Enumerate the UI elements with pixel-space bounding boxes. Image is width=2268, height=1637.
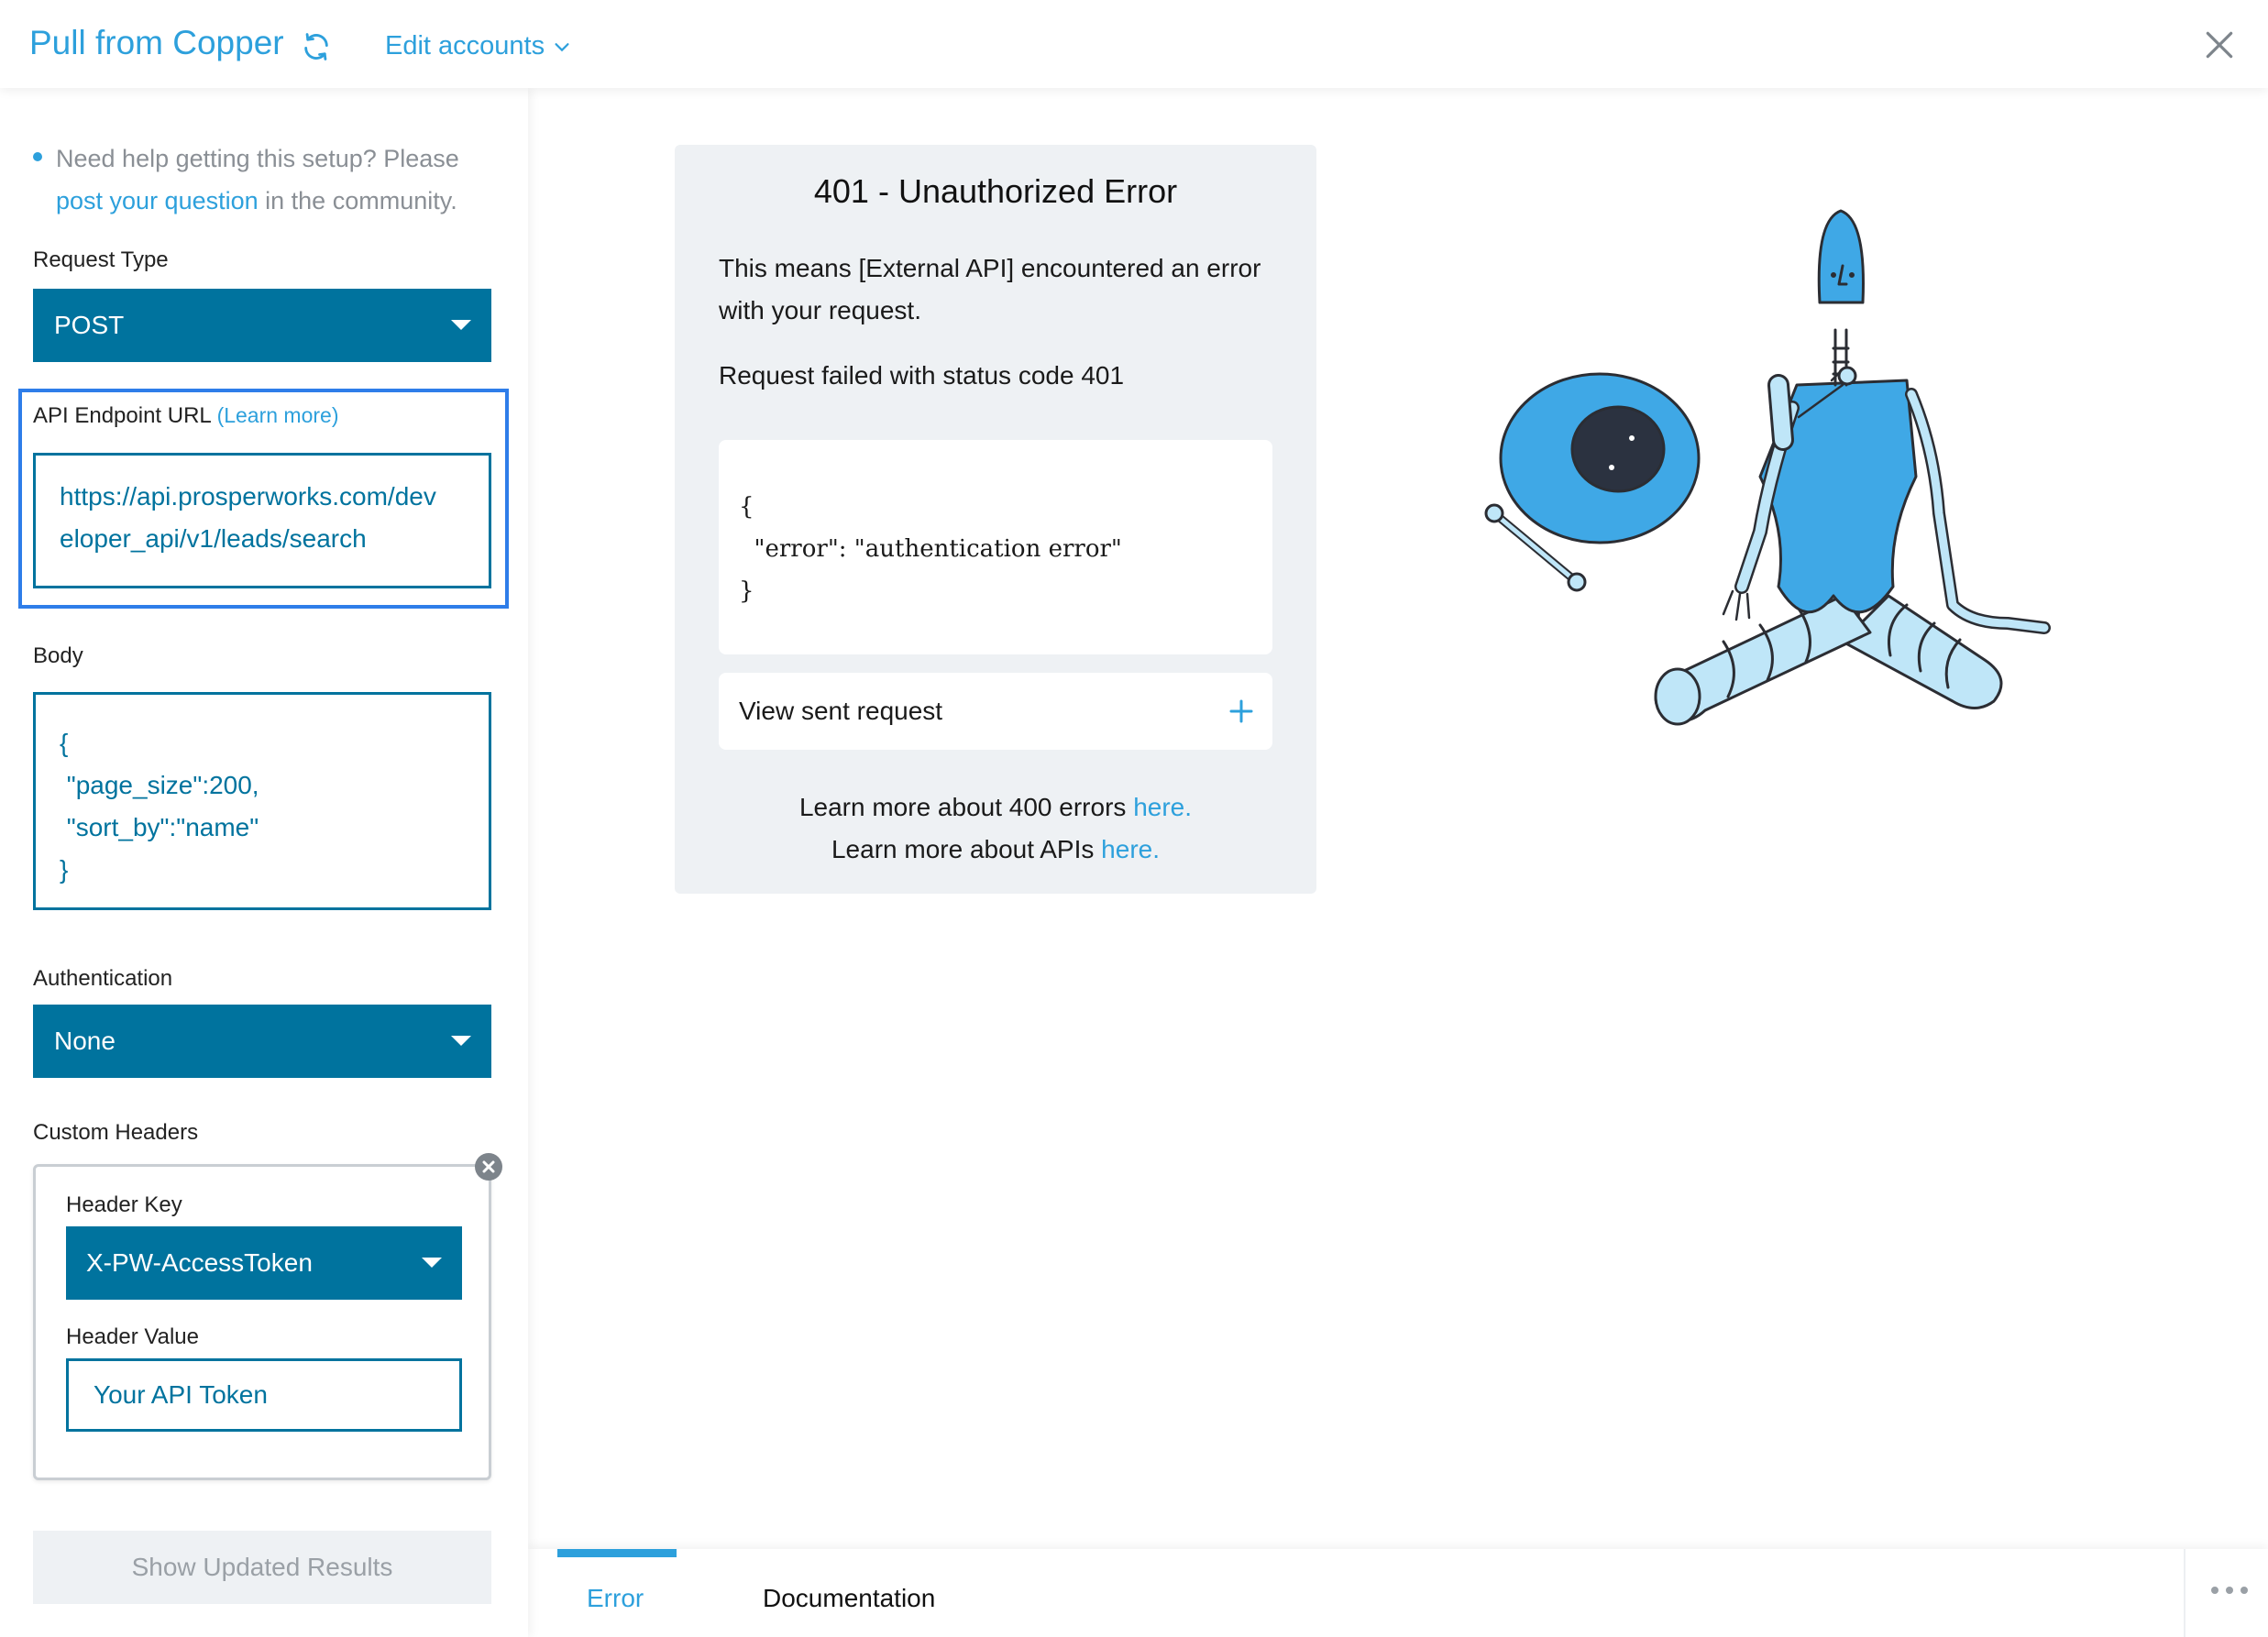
learn-more-link[interactable]: (Learn more) bbox=[217, 403, 339, 427]
learn-400-text: Learn more about 400 errors bbox=[798, 793, 1134, 821]
chevron-down-icon bbox=[555, 42, 569, 51]
header-key-select[interactable]: X-PW-AccessToken bbox=[66, 1226, 462, 1300]
body-line: "page_size":200, bbox=[60, 771, 259, 799]
view-sent-request-toggle[interactable]: View sent request bbox=[719, 673, 1272, 750]
request-type-select[interactable]: POST bbox=[33, 289, 491, 362]
endpoint-url-line1: https://api.prosperworks.com/dev bbox=[60, 482, 436, 511]
refresh-icon[interactable] bbox=[301, 31, 332, 62]
help-suffix: in the community. bbox=[258, 187, 457, 214]
more-options-icon[interactable] bbox=[2209, 1584, 2250, 1597]
caret-down-icon bbox=[422, 1258, 442, 1268]
code-line: } bbox=[739, 577, 754, 605]
body-line: { bbox=[60, 729, 69, 757]
header-key-label: Header Key bbox=[66, 1192, 182, 1217]
authentication-label: Authentication bbox=[33, 966, 173, 991]
edit-accounts-dropdown[interactable]: Edit accounts bbox=[385, 31, 572, 61]
help-prefix: Need help getting this setup? Please bbox=[56, 145, 459, 172]
learn-api-text: Learn more about APIs bbox=[831, 835, 1102, 863]
edit-accounts-label: Edit accounts bbox=[385, 31, 545, 60]
custom-header-card: Header Key X-PW-AccessToken Header Value… bbox=[33, 1164, 491, 1480]
help-note: Need help getting this setup? Please pos… bbox=[33, 137, 510, 222]
request-type-value: POST bbox=[54, 311, 125, 339]
custom-headers-label: Custom Headers bbox=[33, 1120, 199, 1145]
authentication-select[interactable]: None bbox=[33, 1005, 491, 1078]
error-status: Request failed with status code 401 bbox=[719, 361, 1125, 390]
show-updated-results-button[interactable]: Show Updated Results bbox=[33, 1531, 491, 1604]
tab-error[interactable]: Error bbox=[587, 1584, 644, 1613]
endpoint-label: API Endpoint URL bbox=[33, 403, 211, 428]
header-value-input[interactable]: Your API Token bbox=[66, 1358, 462, 1432]
authentication-value: None bbox=[54, 1027, 116, 1055]
code-line: "error": "authentication error" bbox=[739, 535, 1122, 563]
remove-header-icon[interactable] bbox=[475, 1153, 502, 1181]
learn-400-link[interactable]: here. bbox=[1133, 793, 1192, 821]
active-tab-indicator bbox=[557, 1549, 677, 1557]
caret-down-icon bbox=[451, 1036, 471, 1046]
plus-icon bbox=[1229, 699, 1253, 723]
error-card: 401 - Unauthorized Error This means [Ext… bbox=[675, 145, 1316, 894]
learn-api-link[interactable]: here. bbox=[1101, 835, 1160, 863]
code-line: { bbox=[739, 493, 754, 521]
endpoint-url-line2: eloper_api/v1/leads/search bbox=[60, 524, 367, 553]
error-description: This means [External API] encountered an… bbox=[719, 254, 1261, 324]
tab-divider bbox=[2184, 1549, 2185, 1637]
caret-down-icon bbox=[451, 320, 471, 330]
bullet-dot bbox=[33, 152, 42, 161]
bottom-tab-bar: Error Documentation bbox=[528, 1549, 2268, 1637]
body-line: } bbox=[60, 855, 69, 884]
page-title: Pull from Copper bbox=[29, 24, 284, 61]
robot-illustration bbox=[1484, 209, 2051, 726]
learn-more-lines: Learn more about 400 errors here. Learn … bbox=[675, 786, 1316, 871]
body-label: Body bbox=[33, 643, 83, 668]
endpoint-label-row: API Endpoint URL (Learn more) bbox=[33, 403, 339, 429]
tab-documentation[interactable]: Documentation bbox=[763, 1584, 935, 1613]
request-type-label: Request Type bbox=[33, 247, 169, 272]
endpoint-url-input[interactable]: https://api.prosperworks.com/dev eloper_… bbox=[33, 453, 491, 588]
community-link[interactable]: post your question bbox=[56, 187, 259, 214]
header-value-label: Header Value bbox=[66, 1324, 199, 1349]
body-textarea[interactable]: { "page_size":200, "sort_by":"name" } bbox=[33, 692, 491, 910]
top-header: Pull from Copper Edit accounts bbox=[0, 0, 2268, 88]
view-sent-request-label: View sent request bbox=[739, 697, 943, 725]
body-line: "sort_by":"name" bbox=[60, 813, 259, 841]
error-response-code: { "error": "authentication error" } bbox=[719, 440, 1272, 654]
error-title: 401 - Unauthorized Error bbox=[813, 172, 1178, 210]
close-icon[interactable] bbox=[2202, 27, 2237, 62]
header-key-value: X-PW-AccessToken bbox=[86, 1248, 313, 1277]
